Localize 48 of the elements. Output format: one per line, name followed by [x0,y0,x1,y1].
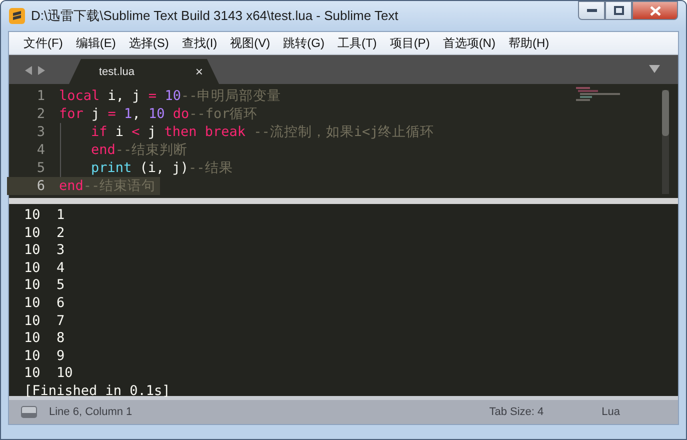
output-line: 10 10 [24,365,73,383]
menu-item[interactable]: 编辑(E) [69,34,122,52]
line-number: 1 [36,87,46,105]
tab-size-indicator[interactable]: Tab Size: 4 [489,406,544,418]
output-line: [Finished in 0.1s] [24,382,170,401]
output-line: 10 7 [24,312,65,330]
menu-item[interactable]: 跳转(G) [276,34,331,52]
output-line: 10 2 [24,224,65,242]
line-number: 3 [36,123,46,141]
output-line: 10 9 [24,348,65,366]
output-line: 10 4 [24,260,65,278]
line-number: 2 [36,105,46,123]
cursor-position: Line 6, Column 1 [49,406,134,418]
output-line: 10 3 [24,242,65,260]
line-number: 6 [7,177,59,195]
scrollbar-thumb[interactable] [662,90,669,136]
code-line: local i, j = 10--申明局部变量 [59,87,282,105]
output-line: 10 8 [24,330,65,348]
window-title: D:\迅雷下载\Sublime Text Build 3143 x64\test.lua - Sublime Text [31,7,400,25]
menu-item[interactable]: 选择(S) [122,34,176,52]
menu-item[interactable]: 视图(V) [224,34,277,52]
output-line: 10 1 [24,207,65,225]
minimize-icon [586,8,596,12]
menu-item[interactable]: 工具(T) [330,34,384,52]
output-line: 10 6 [24,294,65,313]
menu-item[interactable]: 项目(P) [383,34,436,52]
close-tab-button[interactable]: × [195,64,203,79]
file-tab[interactable]: test.lua × [69,59,219,84]
menu-item[interactable]: 帮助(H) [502,34,556,52]
dropdown-icon[interactable] [649,65,660,73]
menu-item[interactable]: 文件(F) [17,34,70,52]
close-icon [650,6,660,16]
output-line: 10 5 [24,277,65,295]
line-number: 5 [36,159,46,177]
maximize-icon [614,6,624,15]
panel-toggle-icon[interactable] [21,406,37,418]
app-logo-icon [9,8,25,24]
minimize-button[interactable] [578,1,605,20]
close-button[interactable] [632,1,678,20]
code-line: for j = 1, 10 do--for循环 [59,105,259,123]
line-number: 4 [36,141,46,159]
syntax-indicator[interactable]: Lua [602,406,620,418]
menu-item[interactable]: 查找(I) [175,34,224,52]
maximize-button[interactable] [605,1,632,20]
minimap-drawing[interactable] [576,87,620,101]
forward-icon[interactable] [38,66,45,75]
menu-item[interactable]: 首选项(N) [436,34,502,52]
back-icon[interactable] [25,66,32,75]
